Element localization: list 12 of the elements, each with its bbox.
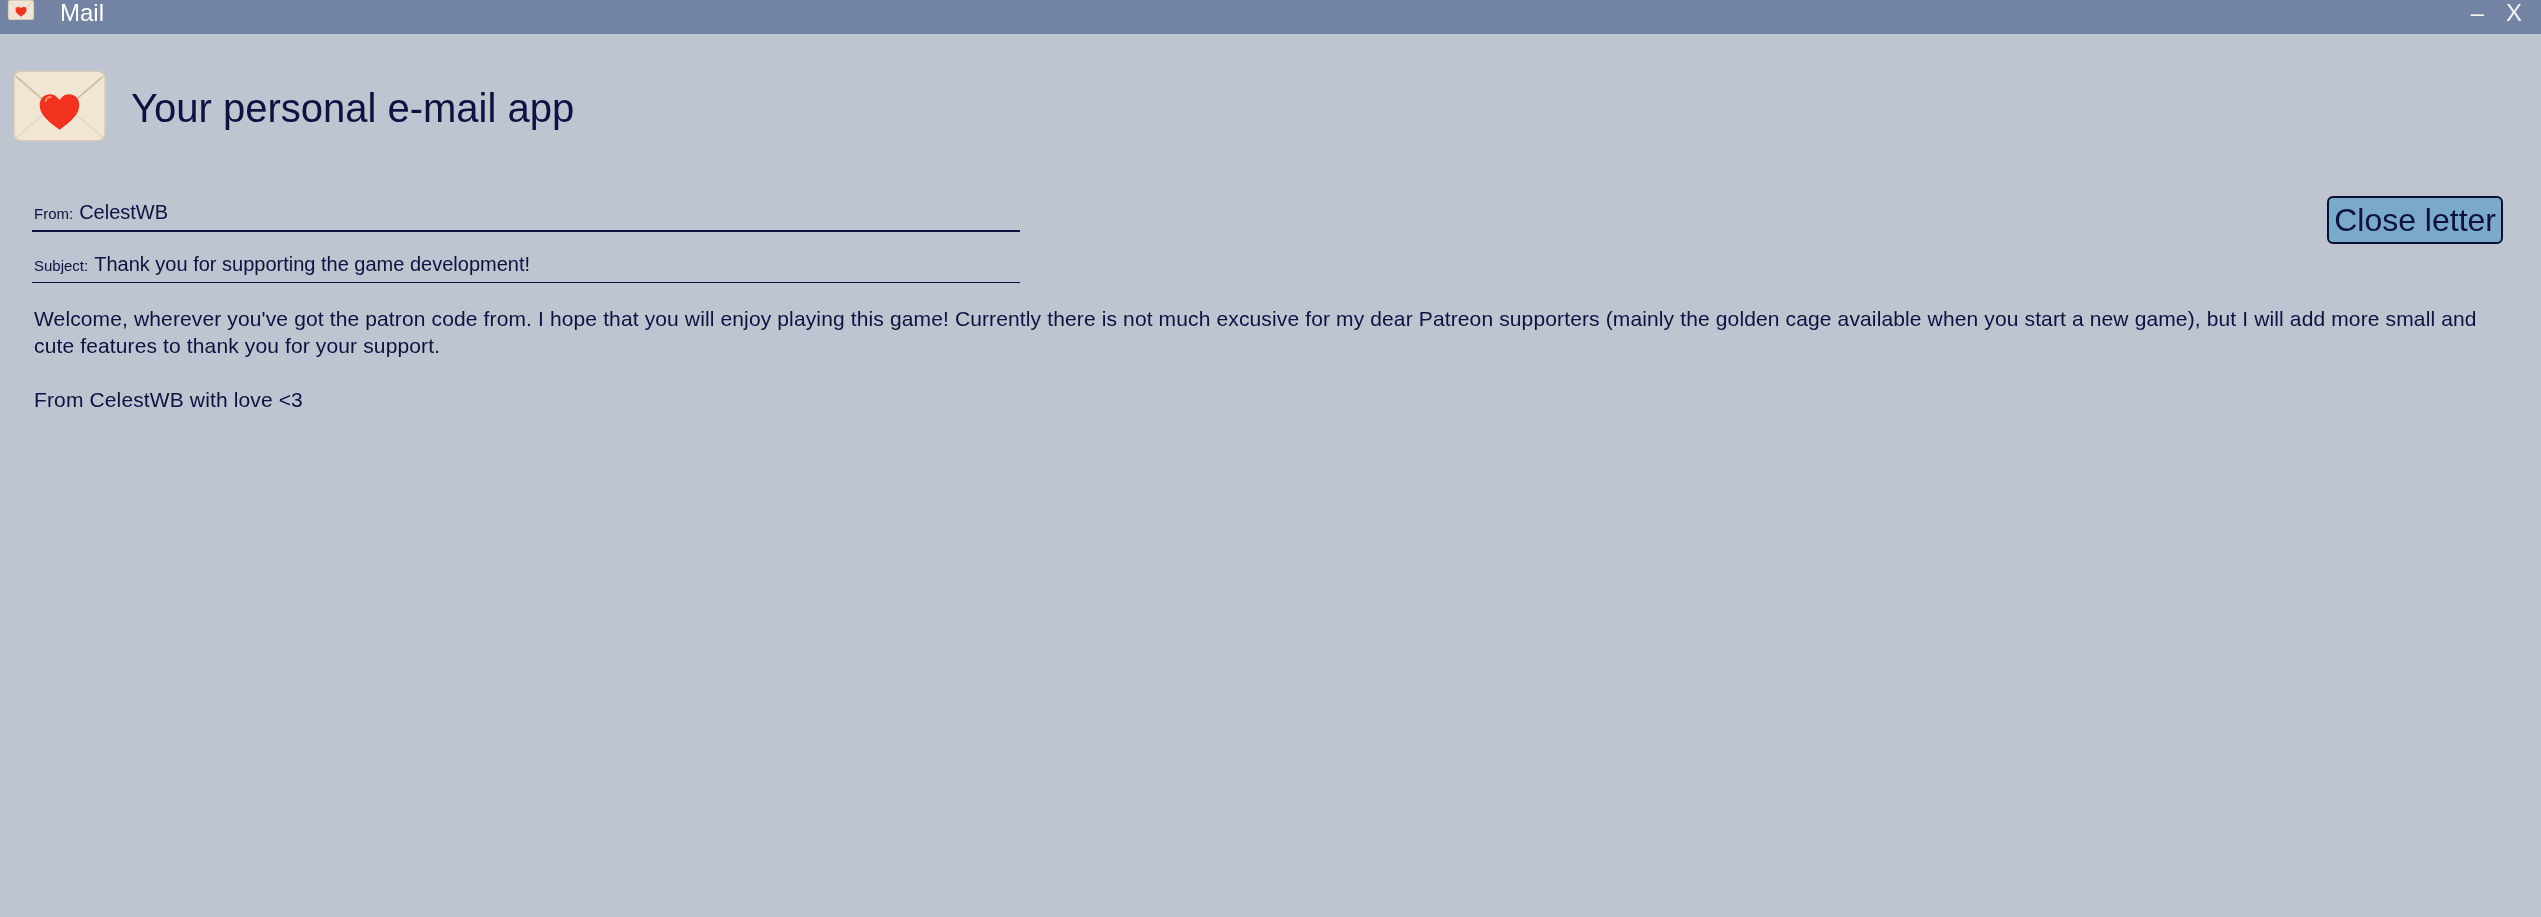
field-label: Subject: bbox=[34, 256, 89, 276]
field-value: CelestWB bbox=[79, 200, 169, 224]
app-heading: Your personal e-mail app bbox=[131, 84, 575, 131]
close-letter-button[interactable]: Close letter bbox=[2327, 196, 2503, 244]
close-button[interactable]: X bbox=[2501, 0, 2527, 26]
letter-paragraph: From CelestWB with love <3 bbox=[34, 387, 304, 413]
field-value: Thank you for supporting the game development! bbox=[94, 252, 531, 276]
letter-paragraph: Welcome, wherever you've got the patron code from. I hope that you will enjoy playing this game! Currently there is not much excusive for my dear Patreon supporters (mainly the golden cage available when you start a new game), but I will add more small and cute features to thank you for your support. bbox=[34, 306, 2478, 359]
minimize-button[interactable]: – bbox=[2465, 0, 2489, 26]
field-label: From: bbox=[34, 204, 74, 224]
window-title: Mail bbox=[60, 0, 104, 26]
envelope-icon bbox=[6, 0, 36, 20]
